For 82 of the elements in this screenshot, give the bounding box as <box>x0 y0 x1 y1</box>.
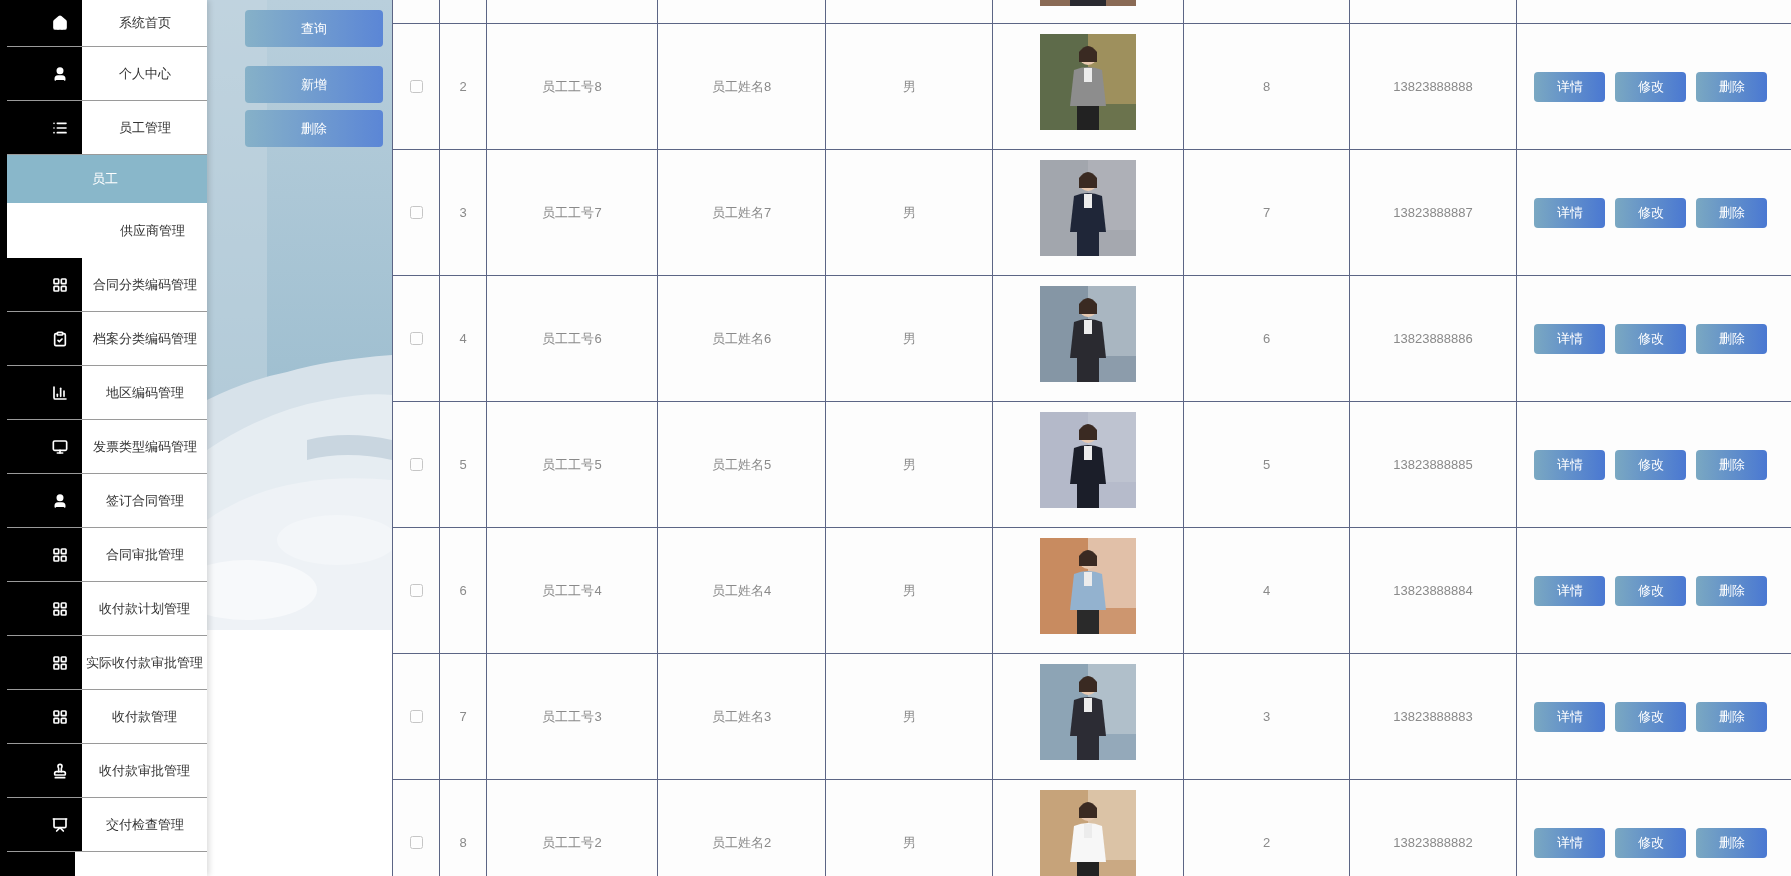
signboard-icon <box>51 816 68 833</box>
table-cell-text: 13823888883 <box>1393 707 1473 726</box>
table-cell-text: 6 <box>1262 329 1271 348</box>
table-cell-text: 员工姓名4 <box>711 581 772 600</box>
table-cell-text: 男 <box>902 203 916 222</box>
table-cell-text: 13823888888 <box>1393 77 1473 96</box>
table-cell-text: 6 <box>459 581 467 600</box>
delete-button[interactable]: 删除 <box>1696 197 1767 228</box>
table-cell-text: 员工姓名2 <box>711 833 772 852</box>
details-button[interactable]: 详情 <box>1534 323 1605 354</box>
grid-icon <box>51 708 68 725</box>
submenu-item[interactable]: 供应商管理 <box>7 203 207 258</box>
table-cell-text: 13823888882 <box>1393 833 1473 852</box>
edit-button[interactable]: 修改 <box>1615 71 1686 102</box>
clipboard-check-icon <box>51 330 68 347</box>
table-cell-text: 员工姓名5 <box>711 455 772 474</box>
delete-button[interactable]: 删除 <box>1696 449 1767 480</box>
menu-item[interactable]: 员工管理 <box>118 117 171 138</box>
details-button[interactable]: 详情 <box>1534 575 1605 606</box>
edit-button[interactable]: 修改 <box>1615 575 1686 606</box>
table-cell-text: 13823888885 <box>1393 455 1473 474</box>
table-cell-text: 员工工号8 <box>542 77 602 96</box>
edit-button[interactable]: 修改 <box>1615 701 1686 732</box>
table-cell-text: 13823888886 <box>1393 329 1473 348</box>
add-button[interactable]: 新增 <box>245 66 383 103</box>
delete-button[interactable]: 删除 <box>1696 71 1767 102</box>
table-cell-text: 3 <box>1262 707 1271 726</box>
table-cell-text: 4 <box>459 329 467 348</box>
monitor-icon <box>51 438 68 455</box>
table-cell-text: 员工工号2 <box>542 833 602 852</box>
grid-icon <box>51 600 68 617</box>
table-cell-text: 2 <box>459 77 467 96</box>
delete-button[interactable]: 删除 <box>1696 575 1767 606</box>
edit-button[interactable]: 修改 <box>1615 449 1686 480</box>
table-cell-text: 员工工号4 <box>542 581 602 600</box>
table-cell-text: 员工工号3 <box>542 707 602 726</box>
delete-button[interactable]: 删除 <box>1696 323 1767 354</box>
details-button[interactable]: 详情 <box>1534 827 1605 858</box>
table-cell-text: 男 <box>902 77 916 96</box>
table-cell-text: 7 <box>1262 203 1271 222</box>
edit-button[interactable]: 修改 <box>1615 827 1686 858</box>
table-cell-text: 5 <box>1262 455 1271 474</box>
table-cell-text: 5 <box>459 455 467 474</box>
menu-item[interactable]: 个人中心 <box>118 63 171 84</box>
table-cell-text: 男 <box>902 707 916 726</box>
table-cell-text: 8 <box>1262 77 1271 96</box>
table-cell-text: 员工姓名3 <box>711 707 772 726</box>
menu-item[interactable]: 系统首页 <box>118 13 171 33</box>
edit-button[interactable]: 修改 <box>1615 197 1686 228</box>
bar-chart-icon <box>51 384 68 401</box>
table-cell-text: 4 <box>1262 581 1271 600</box>
edit-button[interactable]: 修改 <box>1615 323 1686 354</box>
table-cell-text: 7 <box>459 707 467 726</box>
delete-button[interactable]: 删除 <box>1696 827 1767 858</box>
table-cell-text: 2 <box>1262 833 1271 852</box>
table-cell-text: 员工工号7 <box>542 203 602 222</box>
table-cell-text: 员工姓名8 <box>711 77 772 96</box>
grid-icon <box>51 546 68 563</box>
delete-button[interactable]: 删除 <box>1696 701 1767 732</box>
grid-icon <box>51 276 68 293</box>
grid-icon <box>51 654 68 671</box>
table-cell-text: 男 <box>902 833 916 852</box>
table-cell-text: 员工姓名6 <box>711 329 772 348</box>
details-button[interactable]: 详情 <box>1534 449 1605 480</box>
table-cell-text: 男 <box>902 581 916 600</box>
table-cell-text: 男 <box>902 329 916 348</box>
search-button[interactable]: 查询 <box>245 10 383 47</box>
table-cell-text: 3 <box>459 203 467 222</box>
table-cell-text: 员工工号5 <box>542 455 602 474</box>
details-button[interactable]: 详情 <box>1534 701 1605 732</box>
stamp-icon <box>51 762 68 779</box>
home-icon <box>51 15 68 31</box>
details-button[interactable]: 详情 <box>1534 71 1605 102</box>
table-cell-text: 员工工号6 <box>542 329 602 348</box>
table-cell-text: 员工姓名7 <box>711 203 772 222</box>
table-cell-text: 13823888887 <box>1393 203 1473 222</box>
delete-button[interactable]: 删除 <box>245 110 383 147</box>
table-cell-text: 男 <box>902 455 916 474</box>
submenu-item[interactable]: 员工 <box>7 155 207 203</box>
table-cell-text: 13823888884 <box>1393 581 1473 600</box>
details-button[interactable]: 详情 <box>1534 197 1605 228</box>
table-cell-text: 8 <box>459 833 467 852</box>
